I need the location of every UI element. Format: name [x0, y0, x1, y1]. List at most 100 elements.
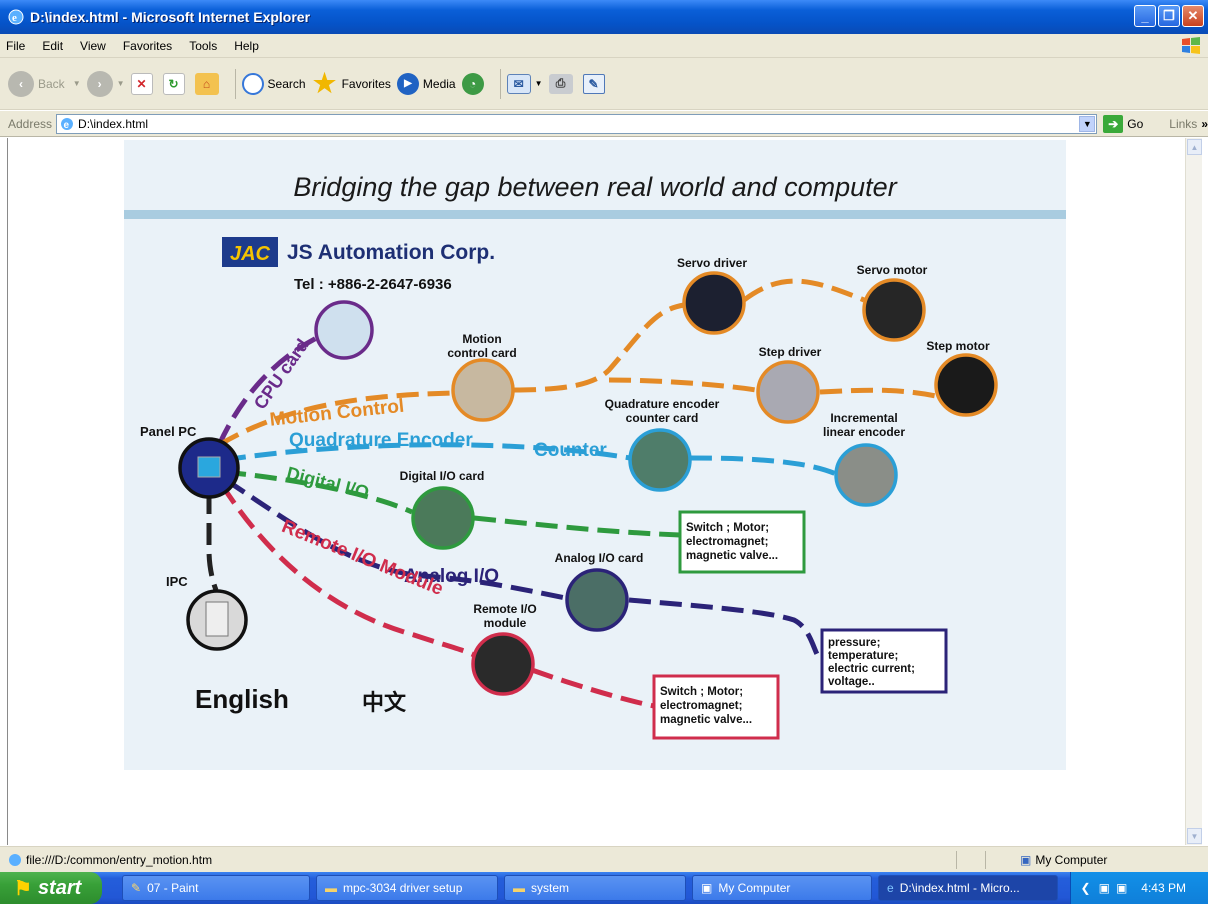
- telephone: Tel : +886-2-2647-6936: [294, 276, 452, 293]
- scroll-up-icon[interactable]: ▲: [1187, 139, 1202, 155]
- minimize-button[interactable]: _: [1134, 5, 1156, 27]
- search-button[interactable]: Search: [241, 72, 306, 95]
- label-ipc: IPC: [166, 574, 188, 589]
- windows-flag-icon: ⚑: [14, 877, 32, 900]
- address-input[interactable]: e D:\index.html ▼: [56, 113, 1098, 134]
- back-button[interactable]: ‹ Back ▼: [8, 70, 81, 97]
- back-arrow-icon: ‹: [8, 70, 34, 97]
- label-quadrature-encoder: Quadrature Encoder: [289, 430, 473, 451]
- box-analog-line-3: electric current;: [828, 663, 915, 675]
- node-remote-module: [471, 632, 535, 696]
- status-page-icon: [9, 853, 21, 866]
- folder-icon: ▬: [513, 881, 525, 895]
- label-servo-driver: Servo driver: [677, 256, 747, 270]
- paint-icon: ✎: [131, 881, 142, 895]
- folder-icon: ▬: [325, 881, 337, 895]
- path-step-branch: [608, 377, 757, 393]
- forward-arrow-icon: ›: [86, 70, 113, 97]
- node-digital-card: [411, 486, 475, 550]
- mail-icon: ✉: [506, 73, 531, 94]
- status-bar: file:///D:/common/entry_motion.htm ▣ My …: [0, 846, 1208, 872]
- history-button[interactable]: ◔: [461, 72, 488, 95]
- network-icon[interactable]: ▣: [1099, 881, 1110, 895]
- media-icon: ▶: [396, 72, 419, 95]
- menu-edit[interactable]: Edit: [42, 39, 63, 53]
- task-paint[interactable]: ✎ 07 - Paint: [122, 875, 310, 901]
- edit-icon: ✎: [582, 73, 605, 94]
- label-analog-card: Analog I/O card: [555, 551, 644, 565]
- stop-icon: ✕: [130, 72, 153, 95]
- task-paint-label: 07 - Paint: [147, 881, 199, 895]
- task-system[interactable]: ▬ system: [504, 875, 686, 901]
- menu-tools[interactable]: Tools: [189, 39, 217, 53]
- stop-button[interactable]: ✕: [130, 72, 157, 95]
- home-button[interactable]: ⌂: [194, 72, 223, 95]
- label-quad-2: counter card: [626, 411, 699, 425]
- task-driver-setup[interactable]: ▬ mpc-3034 driver setup: [316, 875, 498, 901]
- label-servo-motor: Servo motor: [857, 263, 928, 277]
- favorites-button[interactable]: ★ Favorites: [312, 68, 391, 98]
- path-ipc: [206, 492, 219, 591]
- edit-button[interactable]: ✎: [582, 73, 609, 94]
- box-digital-line-2: electromagnet;: [686, 536, 768, 548]
- menu-file[interactable]: File: [6, 39, 25, 53]
- start-button[interactable]: ⚑ start: [0, 872, 102, 904]
- forward-button[interactable]: › ▼: [86, 70, 125, 97]
- menu-favorites[interactable]: Favorites: [123, 39, 172, 53]
- media-button[interactable]: ▶ Media: [396, 72, 456, 95]
- mail-button[interactable]: ✉ ▼: [506, 73, 543, 94]
- start-label: start: [37, 876, 82, 899]
- chinese-link[interactable]: 中文: [362, 690, 407, 716]
- task-mycomputer-label: My Computer: [718, 881, 791, 895]
- box-analog-line-1: pressure;: [828, 637, 880, 649]
- scroll-down-icon[interactable]: ▼: [1187, 828, 1202, 844]
- tray-expand-icon[interactable]: ❮: [1081, 881, 1091, 895]
- go-arrow-icon[interactable]: ➔: [1103, 114, 1124, 133]
- refresh-icon: ↻: [162, 72, 185, 95]
- label-remote-2: module: [484, 616, 527, 630]
- jsa-banner: Bridging the gap between real world and …: [124, 140, 1066, 770]
- menu-view[interactable]: View: [80, 39, 106, 53]
- box-remote-line-3: magnetic valve...: [660, 714, 752, 726]
- title-bar[interactable]: e D:\index.html - Microsoft Internet Exp…: [0, 0, 1208, 34]
- task-my-computer[interactable]: ▣ My Computer: [692, 875, 872, 901]
- monitor-icon[interactable]: ▣: [1116, 881, 1127, 895]
- back-label: Back: [38, 76, 65, 91]
- node-servo-driver: [682, 271, 746, 335]
- address-dropdown-icon[interactable]: ▼: [1079, 115, 1096, 132]
- clock[interactable]: 4:43 PM: [1141, 881, 1186, 895]
- box-remote-line-2: electromagnet;: [660, 700, 742, 712]
- status-url: file:///D:/common/entry_motion.htm: [26, 852, 213, 867]
- favorites-label: Favorites: [341, 76, 391, 91]
- label-inc-2: linear encoder: [823, 425, 905, 439]
- restore-button[interactable]: ❐: [1158, 5, 1180, 27]
- search-icon: [241, 72, 264, 95]
- links-button[interactable]: Links: [1169, 117, 1197, 131]
- windows-logo-icon: [1182, 37, 1200, 54]
- menu-help[interactable]: Help: [234, 39, 259, 53]
- company-name: JS Automation Corp.: [287, 241, 495, 264]
- box-digital-line-1: Switch ; Motor;: [686, 522, 769, 534]
- task-driver-label: mpc-3034 driver setup: [343, 881, 463, 895]
- address-value: D:\index.html: [78, 116, 149, 131]
- refresh-button[interactable]: ↻: [162, 72, 189, 95]
- task-ie[interactable]: e D:\index.html - Micro...: [878, 875, 1058, 901]
- label-digital-io: Digital I/O: [285, 463, 371, 503]
- window-title: D:\index.html - Microsoft Internet Explo…: [30, 9, 311, 25]
- label-remote-1: Remote I/O: [473, 602, 536, 616]
- node-analog-card: [565, 568, 629, 632]
- label-digital-card: Digital I/O card: [400, 469, 485, 483]
- node-motion-card: [451, 358, 515, 422]
- node-quad-card: [628, 428, 692, 492]
- security-zone: My Computer: [1035, 852, 1108, 867]
- print-button[interactable]: ⎙: [548, 73, 577, 94]
- label-panel-pc: Panel PC: [140, 424, 197, 439]
- path-digital-box: [473, 515, 681, 538]
- go-button[interactable]: Go: [1127, 117, 1143, 131]
- computer-icon: ▣: [1020, 852, 1032, 867]
- label-quad-1: Quadrature encoder: [605, 397, 720, 411]
- vertical-scrollbar[interactable]: ▲ ▼: [1185, 138, 1202, 845]
- english-link[interactable]: English: [195, 684, 289, 714]
- close-button[interactable]: ✕: [1182, 5, 1204, 27]
- search-label: Search: [267, 76, 306, 91]
